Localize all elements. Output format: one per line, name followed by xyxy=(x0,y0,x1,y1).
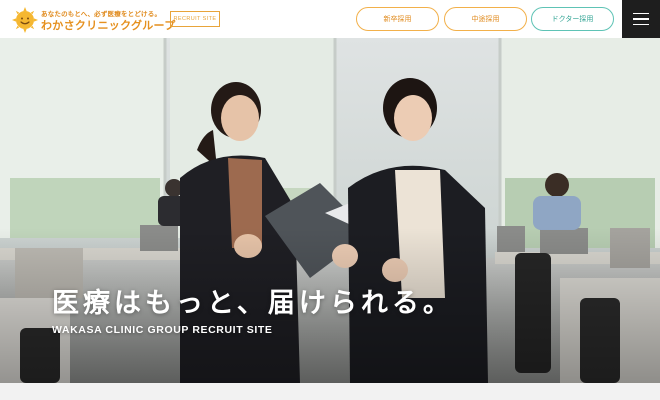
site-logo[interactable]: あなたのもとへ、必ず医療をとどける。 わかさクリニックグループ xyxy=(12,7,175,33)
hero-section: 医療はもっと、届けられる。 WAKASA CLINIC GROUP RECRUI… xyxy=(0,38,660,383)
hamburger-menu-icon xyxy=(633,12,649,15)
section-divider xyxy=(0,383,660,400)
hero-subtitle: WAKASA CLINIC GROUP RECRUIT SITE xyxy=(52,324,273,336)
hero-title: 医療はもっと、届けられる。 xyxy=(52,288,454,319)
site-header: あなたのもとへ、必ず医療をとどける。 わかさクリニックグループ RECRUIT … xyxy=(0,0,660,38)
recruit-site-badge: RECRUIT SITE xyxy=(170,11,220,27)
new-grad-recruit-button[interactable]: 新卒採用 xyxy=(356,7,439,31)
logo-name: わかさクリニックグループ xyxy=(41,19,176,32)
hamburger-menu-icon-line xyxy=(633,18,649,20)
doctor-recruit-button[interactable]: ドクター採用 xyxy=(531,7,614,31)
sun-smile-icon xyxy=(12,7,38,33)
hamburger-menu-icon-line xyxy=(633,23,649,26)
mid-career-recruit-button[interactable]: 中途採用 xyxy=(444,7,527,31)
hamburger-menu-button[interactable] xyxy=(622,0,660,38)
